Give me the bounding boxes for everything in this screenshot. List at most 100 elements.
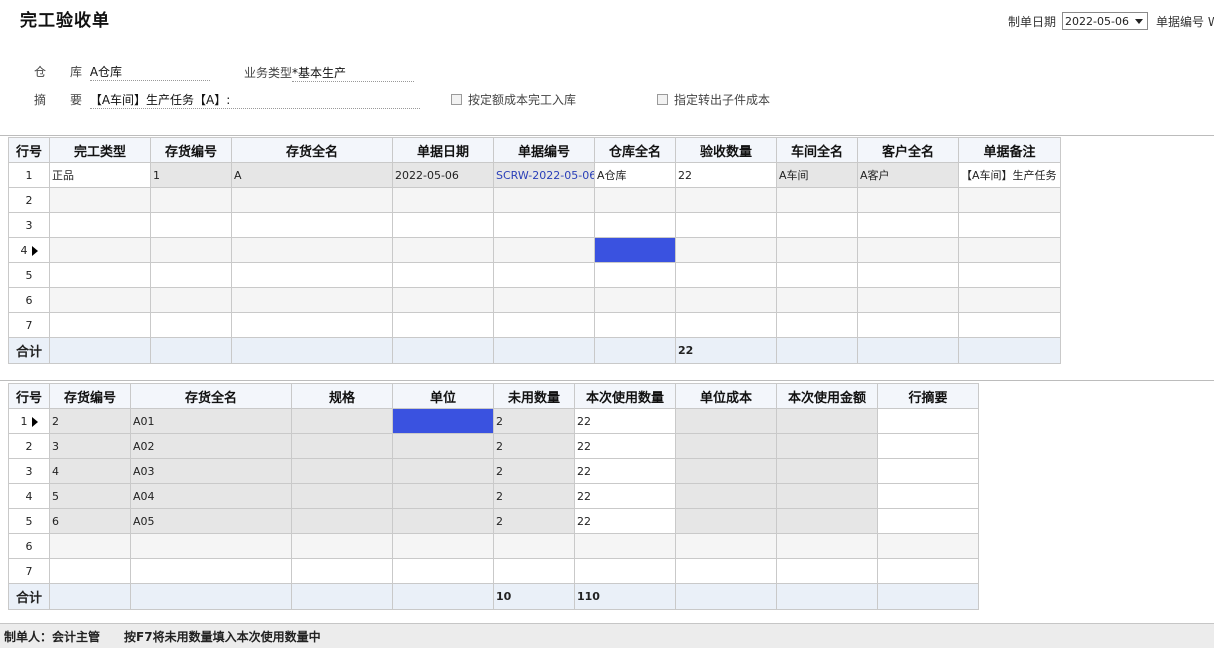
column-header[interactable]: 完工类型: [49, 137, 151, 163]
table-cell[interactable]: A客户: [857, 162, 959, 188]
table-cell[interactable]: [130, 558, 292, 584]
table-cell[interactable]: [49, 262, 151, 288]
column-header[interactable]: 仓库全名: [594, 137, 676, 163]
table-cell[interactable]: [857, 312, 959, 338]
table-cell[interactable]: [493, 533, 575, 559]
table-cell[interactable]: [231, 187, 393, 213]
table-cell[interactable]: 2: [493, 458, 575, 484]
table-cell[interactable]: [291, 433, 393, 459]
table-cell[interactable]: [675, 458, 777, 484]
table-cell[interactable]: [291, 508, 393, 534]
table-cell[interactable]: A车间: [776, 162, 858, 188]
table-row[interactable]: 4: [8, 237, 1061, 263]
date-picker[interactable]: 2022-05-06: [1062, 12, 1149, 30]
table-cell[interactable]: [877, 458, 979, 484]
table-cell[interactable]: 3: [49, 433, 131, 459]
column-header[interactable]: 单位成本: [675, 383, 777, 409]
table-cell[interactable]: [574, 533, 676, 559]
table-cell[interactable]: [857, 212, 959, 238]
table-cell[interactable]: 22: [574, 458, 676, 484]
table-cell[interactable]: [675, 212, 777, 238]
table-cell[interactable]: [776, 287, 858, 313]
table-cell[interactable]: [675, 237, 777, 263]
table-cell[interactable]: [877, 408, 979, 434]
table-row[interactable]: 2: [8, 187, 1061, 213]
table-cell[interactable]: [776, 312, 858, 338]
table-cell[interactable]: [49, 212, 151, 238]
table-cell[interactable]: 2: [493, 483, 575, 509]
column-header[interactable]: 客户全名: [857, 137, 959, 163]
table-cell[interactable]: [49, 533, 131, 559]
table-cell[interactable]: [493, 558, 575, 584]
table-cell[interactable]: 22: [574, 508, 676, 534]
table-row[interactable]: 5 6 A05 2 22: [8, 508, 979, 534]
table-row[interactable]: 7: [8, 558, 979, 584]
table-cell[interactable]: [958, 212, 1061, 238]
table-cell[interactable]: [877, 433, 979, 459]
table-cell[interactable]: [675, 433, 777, 459]
selected-cell[interactable]: [594, 237, 676, 263]
table-cell[interactable]: [958, 312, 1061, 338]
table-cell[interactable]: [776, 433, 878, 459]
table-cell[interactable]: [877, 508, 979, 534]
column-header[interactable]: 验收数量: [675, 137, 777, 163]
table-cell[interactable]: [49, 237, 151, 263]
table-row[interactable]: 6: [8, 287, 1061, 313]
chevron-down-icon[interactable]: [1135, 19, 1144, 24]
table-cell[interactable]: [594, 262, 676, 288]
table-cell[interactable]: [291, 483, 393, 509]
table-cell[interactable]: [49, 558, 131, 584]
table-cell[interactable]: [150, 187, 232, 213]
table-cell[interactable]: [291, 533, 393, 559]
table-cell[interactable]: 22: [675, 162, 777, 188]
table-cell[interactable]: A03: [130, 458, 292, 484]
table-cell[interactable]: 2: [49, 408, 131, 434]
table-cell[interactable]: [857, 187, 959, 213]
table-row[interactable]: 1 正品 1 A 2022-05-06 SCRW-2022-05-06-0000…: [8, 162, 1061, 188]
table-cell[interactable]: [776, 408, 878, 434]
table-row[interactable]: 4 5 A04 2 22: [8, 483, 979, 509]
table-cell[interactable]: [675, 312, 777, 338]
table-cell[interactable]: [776, 187, 858, 213]
table-cell[interactable]: [392, 508, 494, 534]
table-cell[interactable]: A02: [130, 433, 292, 459]
selected-cell[interactable]: [392, 408, 494, 434]
table-cell[interactable]: [675, 508, 777, 534]
table-cell[interactable]: [49, 312, 151, 338]
table-cell[interactable]: 正品: [49, 162, 151, 188]
table-row[interactable]: 7: [8, 312, 1061, 338]
table-row[interactable]: 6: [8, 533, 979, 559]
table-cell[interactable]: [150, 312, 232, 338]
table-cell[interactable]: [776, 237, 858, 263]
table-cell[interactable]: A04: [130, 483, 292, 509]
column-header[interactable]: 本次使用金额: [776, 383, 878, 409]
table-cell[interactable]: [231, 262, 393, 288]
column-header[interactable]: 存货全名: [231, 137, 393, 163]
table-cell[interactable]: [776, 262, 858, 288]
table-cell[interactable]: [231, 237, 393, 263]
table-cell[interactable]: 【A车间】生产任务【A】: [958, 162, 1061, 188]
table-cell[interactable]: [291, 408, 393, 434]
column-header[interactable]: 行号: [8, 137, 50, 163]
checkbox-quota-cost[interactable]: 按定额成本完工入库: [451, 91, 576, 108]
table-cell[interactable]: [877, 483, 979, 509]
table-cell[interactable]: [392, 433, 494, 459]
table-cell[interactable]: 6: [49, 508, 131, 534]
table-cell[interactable]: A05: [130, 508, 292, 534]
table-cell[interactable]: [150, 262, 232, 288]
table-cell[interactable]: [392, 237, 494, 263]
table-cell[interactable]: SCRW-2022-05-06-00001: [493, 162, 595, 188]
table-cell[interactable]: [392, 212, 494, 238]
table-cell[interactable]: [675, 558, 777, 584]
table-cell[interactable]: [857, 262, 959, 288]
table-cell[interactable]: [594, 187, 676, 213]
table-cell[interactable]: A: [231, 162, 393, 188]
table-cell[interactable]: [49, 287, 151, 313]
table-cell[interactable]: [392, 458, 494, 484]
table-cell[interactable]: [675, 408, 777, 434]
table-cell[interactable]: [877, 533, 979, 559]
table-cell[interactable]: [150, 212, 232, 238]
table-cell[interactable]: [675, 483, 777, 509]
table-cell[interactable]: [675, 533, 777, 559]
table-cell[interactable]: [392, 312, 494, 338]
